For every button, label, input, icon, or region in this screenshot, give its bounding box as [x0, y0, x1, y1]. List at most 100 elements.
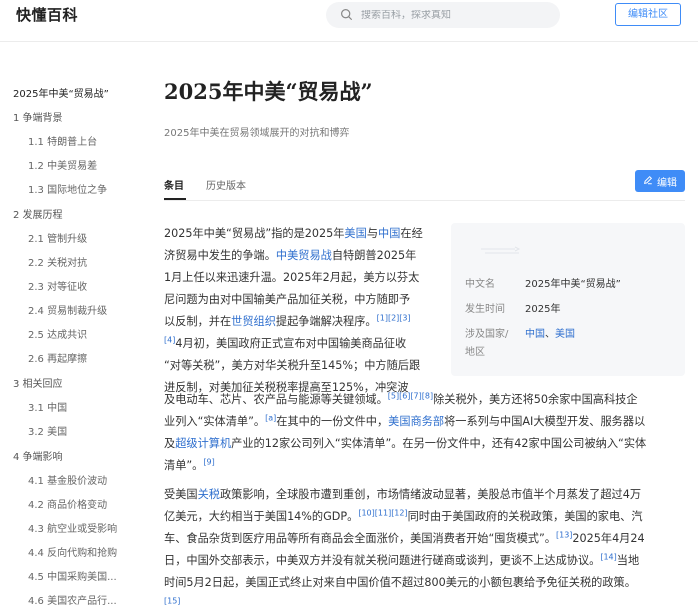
inline-link[interactable]: 中国 [378, 227, 400, 240]
text-segment: 产业的12家公司列入“实体清单”。在另一份文件中，还有42家中国公司被纳入“实体 [231, 437, 647, 450]
text-segment: “对等关税”，美方对华关税升至145%；中方随后跟 [164, 359, 421, 372]
text-segment: 将一系列与中国AI大模型开发、服务器以 [444, 415, 646, 428]
text-line: “对等关税”，美方对华关税升至145%；中方随后跟 [164, 355, 438, 377]
text-line: 日，中国外交部表示，中美双方并没有就关税问题进行磋商或谈判，更谈不上达成协议。[… [164, 550, 687, 572]
toc-item[interactable]: 4.1 基金股价波动 [28, 472, 107, 487]
pencil-icon [643, 175, 657, 188]
impact-paragraph: 受美国关税政策影响，全球股市遭到重创，市场情绪波动显著，美股总市值半个月蒸发了超… [164, 484, 687, 609]
toc-item[interactable]: 2.2 关税对抗 [28, 254, 87, 269]
text-segment: 日，中国外交部表示，中美双方并没有就关税问题进行磋商或谈判，更谈不上达成协议。 [164, 554, 601, 567]
text-segment: 2025年中美“贸易战”指的是2025年 [164, 227, 345, 240]
text-line: 以反制，并在世贸组织提起争端解决程序。[1][2][3] [164, 311, 438, 333]
inline-link[interactable]: 美国 [344, 227, 366, 240]
tab-entry[interactable]: 条目 [164, 177, 186, 200]
text-line: 亿美元，大约相当于美国14%的GDP。[10][11][12]同时由于美国政府的… [164, 506, 687, 528]
toc-item[interactable]: 2025年中美“贸易战” [13, 85, 109, 100]
text-segment: 与 [366, 227, 379, 240]
toc-item[interactable]: 2.4 贸易制裁升级 [28, 302, 107, 317]
inline-link[interactable]: 关税 [198, 488, 220, 501]
citation-ref[interactable]: [15] [164, 596, 180, 605]
edit-button[interactable]: 编辑 [635, 170, 685, 192]
text-segment: 及电动车、芯片、农产品与能源等关键领域。 [164, 393, 388, 406]
edit-community-button[interactable]: 编辑社区 [615, 3, 681, 26]
infobox-label-time: 发生时间 [465, 304, 505, 315]
text-line: 业列入“实体清单”。[a]在其中的一份文件中，美国商务部将一系列与中国AI大模型… [164, 411, 687, 433]
page-title: 2025年中美“贸易战” [164, 79, 373, 104]
text-line: 1月上任以来迅速升温。2025年2月起，美方以芬太 [164, 267, 438, 289]
citation-ref[interactable]: [1][2][3] [377, 313, 411, 322]
toc-item[interactable]: 2.5 达成共识 [28, 326, 87, 341]
toc-item[interactable]: 4.5 中国采购美国... [28, 568, 117, 583]
toc-item[interactable]: 1.2 中美贸易差 [28, 157, 97, 172]
decorative-lines-icon [481, 246, 521, 254]
text-segment: 当地 [616, 554, 640, 567]
text-segment: 提起争端解决程序。 [275, 315, 377, 328]
text-segment: 亿美元，大约相当于美国14%的GDP。 [164, 510, 359, 523]
citation-ref[interactable]: [5][6][7][8] [388, 391, 433, 400]
top-header: 快懂百科 编辑社区 [0, 0, 698, 42]
toc-item[interactable]: 2.3 对等征收 [28, 278, 87, 293]
separator: 、 [545, 329, 555, 340]
toc-item[interactable]: 3 相关回应 [13, 375, 63, 390]
text-segment: 车、食品杂货到医疗用品等所有商品会全面涨价，美国消费者开始“囤货模式”。 [164, 532, 556, 545]
text-segment: 以反制，并在 [164, 315, 232, 328]
toc-item[interactable]: 3.2 美国 [28, 423, 67, 438]
toc-item[interactable]: 4.3 航空业或受影响 [28, 520, 117, 535]
intro-paragraph-narrow: 2025年中美“贸易战”指的是2025年美国与中国在经 济贸易中发生的争端。中美贸… [164, 223, 438, 399]
text-line: 受美国关税政策影响，全球股市遭到重创，市场情绪波动显著，美股总市值半个月蒸发了超… [164, 484, 687, 506]
text-segment: 受美国 [164, 488, 198, 501]
infobox-label-chinese-name: 中文名 [465, 279, 495, 290]
text-line: 清单”。[9] [164, 455, 687, 477]
text-line: 时间5月2日起，美国正式终止对来自中国价值不超过800美元的小额包裹给予免征关税… [164, 572, 687, 594]
toc-item[interactable]: 4.2 商品价格变动 [28, 496, 107, 511]
toc-item[interactable]: 1 争端背景 [13, 109, 63, 124]
text-line: 车、食品杂货到医疗用品等所有商品会全面涨价，美国消费者开始“囤货模式”。[13]… [164, 528, 687, 550]
text-line: 及电动车、芯片、农产品与能源等关键领域。[5][6][7][8]除关税外，美方还… [164, 389, 687, 411]
infobox-value-chinese-name: 2025年中美“贸易战” [525, 279, 621, 290]
toc-item[interactable]: 1.1 特朗普上台 [28, 133, 97, 148]
text-segment: 时间5月2日起，美国正式终止对来自中国价值不超过800美元的小额包裹给予免征关税… [164, 576, 636, 589]
toc-item[interactable]: 4.6 美国农产品行... [28, 592, 117, 607]
search-input[interactable] [361, 9, 541, 21]
article-tabs: 条目 历史版本 [164, 177, 268, 200]
infobox-label-countries-2: 地区 [465, 347, 485, 358]
edit-button-label: 编辑 [657, 177, 677, 189]
infobox-value-countries: 中国、美国 [525, 325, 575, 340]
citation-ref[interactable]: [4] [164, 335, 175, 344]
inline-link[interactable]: 美国商务部 [388, 415, 444, 428]
infobox-label-countries: 涉及国家/ [465, 329, 509, 340]
inline-link[interactable]: 超级计算机 [175, 437, 231, 450]
toc-item[interactable]: 3.1 中国 [28, 399, 67, 414]
search-box[interactable] [326, 2, 560, 28]
text-segment: 1月上任以来迅速升温。2025年2月起，美方以芬太 [164, 271, 420, 284]
text-segment: 2025年4月24 [572, 532, 645, 545]
citation-ref[interactable]: [a] [265, 413, 276, 422]
text-line: [15] [164, 594, 687, 609]
tabs-divider [164, 200, 685, 201]
text-segment: 在经 [400, 227, 423, 240]
toc-item[interactable]: 1.3 国际地位之争 [28, 181, 107, 196]
text-segment: 除关税外，美方还将50余家中国高科技企 [433, 393, 638, 406]
text-segment: 及 [164, 437, 176, 450]
tab-history[interactable]: 历史版本 [206, 177, 246, 200]
inline-link[interactable]: 世贸组织 [231, 315, 276, 328]
link-china[interactable]: 中国 [525, 329, 545, 340]
citation-ref[interactable]: [14] [600, 552, 616, 561]
toc-item[interactable]: 2.6 再起摩擦 [28, 350, 87, 365]
search-icon[interactable] [340, 6, 353, 25]
toc-item[interactable]: 2.1 管制升级 [28, 230, 87, 245]
toc-item[interactable]: 4 争端影响 [13, 448, 63, 463]
text-segment: 自特朗普2025年 [331, 249, 417, 262]
citation-ref[interactable]: [10][11][12] [358, 508, 407, 517]
toc-item[interactable]: 2 发展历程 [13, 206, 63, 221]
citation-ref[interactable]: [9] [203, 457, 214, 466]
site-logo[interactable]: 快懂百科 [16, 4, 78, 25]
citation-ref[interactable]: [13] [556, 530, 572, 539]
page-subtitle: 2025年中美在贸易领域展开的对抗和博弈 [164, 128, 350, 139]
text-segment: 清单”。 [164, 459, 204, 472]
inline-link[interactable]: 中美贸易战 [276, 249, 332, 262]
link-usa[interactable]: 美国 [555, 329, 575, 340]
toc-item[interactable]: 4.4 反向代购和抢购 [28, 544, 117, 559]
infobox: 中文名 2025年中美“贸易战” 发生时间 2025年 涉及国家/ 地区 中国、… [451, 223, 685, 376]
text-segment: 在其中的一份文件中， [276, 415, 389, 428]
